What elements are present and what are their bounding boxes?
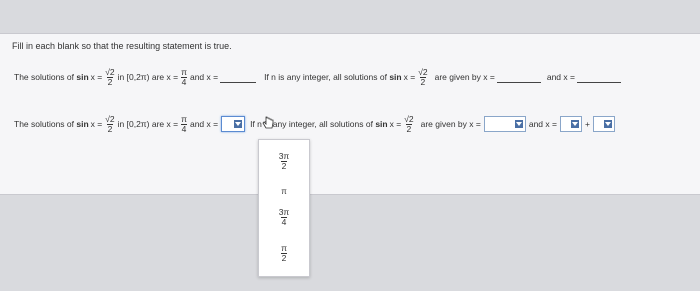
- x-equals: x =: [90, 72, 103, 82]
- blank-line: [220, 72, 257, 83]
- text: The solutions of: [14, 119, 75, 129]
- sin-label: sin: [76, 119, 89, 129]
- text: are given by x =: [434, 72, 495, 82]
- instructions-text: Fill in each blank so that the resulting…: [12, 41, 232, 51]
- fraction-sqrt2-over-2: √2 2: [418, 67, 428, 87]
- text: in [0,2π) are x =: [117, 72, 179, 82]
- dropdown-option[interactable]: π: [259, 187, 309, 196]
- sin-label: sin: [76, 72, 89, 82]
- fraction-sqrt2-over-2: √2 2: [105, 67, 115, 87]
- text: are given by x =: [420, 119, 481, 129]
- dropdown-option[interactable]: 3π 4: [259, 208, 309, 226]
- answer-dropdown-3[interactable]: [559, 116, 582, 132]
- blank-line: [576, 72, 621, 83]
- chevron-down-icon: [603, 120, 612, 128]
- text: The solutions of: [14, 72, 75, 82]
- fraction-pi-over-4: π 4: [180, 67, 188, 87]
- text: If n is any integer, all solutions of: [264, 72, 387, 82]
- dropdown-menu: 3π 2 π 3π 4 π 2: [258, 139, 310, 277]
- hand-pointer-icon: [262, 116, 274, 133]
- text: in [0,2π) are x =: [117, 119, 179, 129]
- statement-row-original: The solutions of sin x = √2 2 in [0,2π) …: [14, 68, 623, 86]
- chevron-down-icon: [570, 120, 579, 128]
- plus-sign: +: [584, 119, 590, 129]
- fraction-sqrt2-over-2: √2 2: [105, 114, 115, 134]
- text: and x =: [189, 72, 219, 82]
- statement-row-answers: The solutions of sin x = √2 2 in [0,2π) …: [14, 115, 618, 133]
- x-equals: x =: [403, 72, 416, 82]
- answer-dropdown-2[interactable]: [483, 116, 526, 132]
- sin-label: sin: [375, 119, 388, 129]
- x-equals: x =: [90, 119, 103, 129]
- fraction-sqrt2-over-2: √2 2: [404, 114, 414, 134]
- chevron-down-icon: [234, 120, 243, 128]
- text: and x =: [189, 119, 219, 129]
- fraction-pi-over-4: π 4: [180, 114, 188, 134]
- sin-label: sin: [389, 72, 402, 82]
- chevron-down-icon: [514, 120, 523, 128]
- answer-dropdown-1[interactable]: [221, 116, 246, 132]
- dropdown-option[interactable]: 3π 2: [259, 152, 309, 170]
- blank-line: [496, 72, 541, 83]
- text: and x =: [528, 119, 557, 129]
- dropdown-option[interactable]: π 2: [259, 244, 309, 262]
- answer-dropdown-4[interactable]: [592, 116, 615, 132]
- text: and x =: [546, 72, 575, 82]
- x-equals: x =: [389, 119, 402, 129]
